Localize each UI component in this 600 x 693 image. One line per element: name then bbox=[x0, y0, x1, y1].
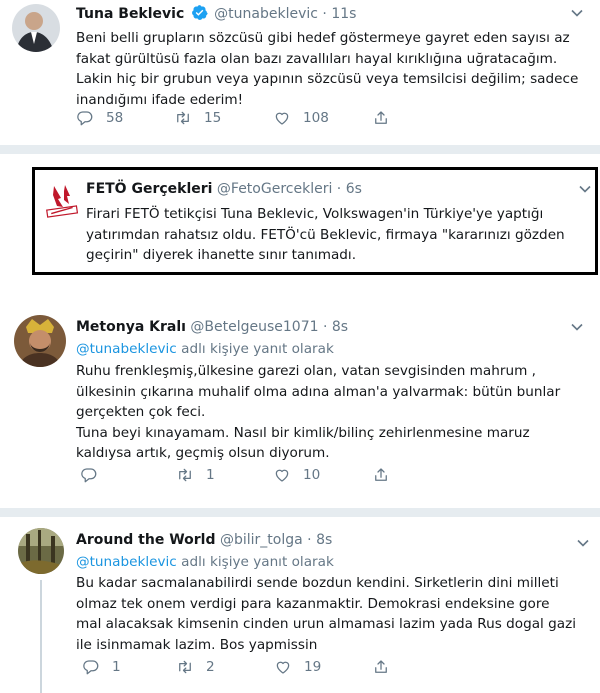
share-button[interactable] bbox=[372, 107, 390, 129]
reply-count: 58 bbox=[106, 110, 124, 126]
reply-context-label: adlı kişiye yanıt olarak bbox=[181, 554, 334, 570]
retweet-icon bbox=[177, 111, 189, 125]
feed-separator bbox=[0, 508, 600, 517]
dot-separator: · bbox=[322, 6, 327, 22]
reply-button[interactable] bbox=[80, 464, 110, 486]
retweet-icon bbox=[179, 468, 191, 482]
tweet-feto-gercekleri[interactable]: FETÖ Gerçekleri @FetoGercekleri · 6s Fir… bbox=[0, 174, 600, 274]
display-name[interactable]: Tuna Beklevic bbox=[76, 6, 184, 22]
thread-line bbox=[40, 580, 42, 693]
like-count: 19 bbox=[304, 659, 322, 675]
share-button[interactable] bbox=[372, 464, 390, 486]
reply-count: 1 bbox=[112, 659, 121, 675]
reply-icon bbox=[77, 111, 93, 126]
dot-separator: · bbox=[307, 532, 312, 548]
retweet-icon bbox=[179, 660, 191, 674]
retweet-count: 15 bbox=[204, 110, 222, 126]
tweet-around-the-world[interactable]: Around the World @bilir_tolga · 8s @tuna… bbox=[0, 524, 600, 693]
reply-button[interactable]: 1 bbox=[82, 656, 121, 678]
share-icon bbox=[375, 468, 387, 481]
handle[interactable]: @Betelgeuse1071 bbox=[190, 319, 318, 335]
reply-context-label: adlı kişiye yanıt olarak bbox=[181, 341, 334, 357]
like-button[interactable]: 19 bbox=[274, 656, 321, 678]
handle[interactable]: @tunabeklevic bbox=[214, 6, 318, 22]
share-icon bbox=[375, 111, 387, 124]
retweet-button[interactable]: 15 bbox=[174, 107, 221, 129]
dot-separator: · bbox=[322, 319, 328, 335]
timestamp[interactable]: 11s bbox=[331, 6, 356, 22]
verified-badge-icon bbox=[191, 5, 208, 20]
chevron-down-icon[interactable] bbox=[576, 536, 590, 550]
like-count: 10 bbox=[303, 467, 321, 483]
like-icon bbox=[276, 661, 290, 674]
reply-mention-link[interactable]: @tunabeklevic bbox=[76, 341, 177, 357]
tweet-actions: 1 2 19 bbox=[82, 656, 412, 678]
retweet-button[interactable]: 1 bbox=[176, 464, 215, 486]
like-icon bbox=[275, 469, 289, 482]
reply-context: @tunabeklevic adlı kişiye yanıt olarak bbox=[76, 552, 334, 572]
share-icon bbox=[375, 660, 387, 673]
display-name[interactable]: Around the World bbox=[76, 532, 216, 548]
retweet-button[interactable]: 2 bbox=[176, 656, 215, 678]
tweet-actions: 1 10 bbox=[80, 464, 410, 486]
reply-icon bbox=[81, 468, 97, 483]
handle[interactable]: @bilir_tolga bbox=[220, 532, 303, 548]
tweet-text: Bu kadar sacmalanabilirdi sende bozdun k… bbox=[76, 575, 577, 653]
like-button[interactable]: 108 bbox=[273, 107, 329, 129]
tweet-metonya-krali[interactable]: Metonya Kralı @Betelgeuse1071 · 8s @tuna… bbox=[0, 310, 600, 490]
reply-context: @tunabeklevic adlı kişiye yanıt olarak bbox=[76, 339, 334, 359]
reply-mention-link[interactable]: @tunabeklevic bbox=[76, 554, 177, 570]
tweet-tuna-beklevic[interactable]: Tuna Beklevic @tunabeklevic · 11s Beni b… bbox=[0, 0, 600, 142]
chevron-down-icon[interactable] bbox=[570, 320, 584, 334]
share-button[interactable] bbox=[372, 656, 390, 678]
handle[interactable]: @FetoGercekleri bbox=[217, 181, 332, 197]
chevron-down-icon[interactable] bbox=[578, 182, 592, 196]
timestamp[interactable]: 8s bbox=[316, 532, 332, 548]
like-button[interactable]: 10 bbox=[273, 464, 320, 486]
retweet-count: 2 bbox=[206, 659, 215, 675]
timestamp[interactable]: 6s bbox=[346, 181, 362, 197]
like-count: 108 bbox=[303, 110, 329, 126]
avatar[interactable] bbox=[18, 528, 64, 574]
avatar[interactable] bbox=[12, 4, 60, 52]
avatar[interactable] bbox=[14, 315, 66, 367]
tweet-text: Firari FETÖ tetikçisi Tuna Beklevic, Vol… bbox=[86, 206, 565, 263]
reply-button[interactable]: 58 bbox=[76, 107, 123, 129]
tweet-actions: 58 15 108 bbox=[76, 107, 406, 129]
like-icon bbox=[275, 112, 289, 125]
feed-separator bbox=[0, 145, 600, 154]
dot-separator: · bbox=[336, 181, 342, 197]
retweet-count: 1 bbox=[206, 467, 215, 483]
display-name[interactable]: Metonya Kralı bbox=[76, 319, 186, 335]
avatar[interactable] bbox=[42, 180, 82, 220]
tweet-text: Ruhu frenkleşmiş,ülkesine garezi olan, v… bbox=[76, 363, 561, 461]
tweet-text: Beni belli grupların sözcüsü gibi hedef … bbox=[76, 30, 579, 108]
chevron-down-icon[interactable] bbox=[570, 6, 584, 20]
reply-icon bbox=[83, 660, 99, 675]
display-name[interactable]: FETÖ Gerçekleri bbox=[86, 181, 212, 197]
timestamp[interactable]: 8s bbox=[332, 319, 348, 335]
